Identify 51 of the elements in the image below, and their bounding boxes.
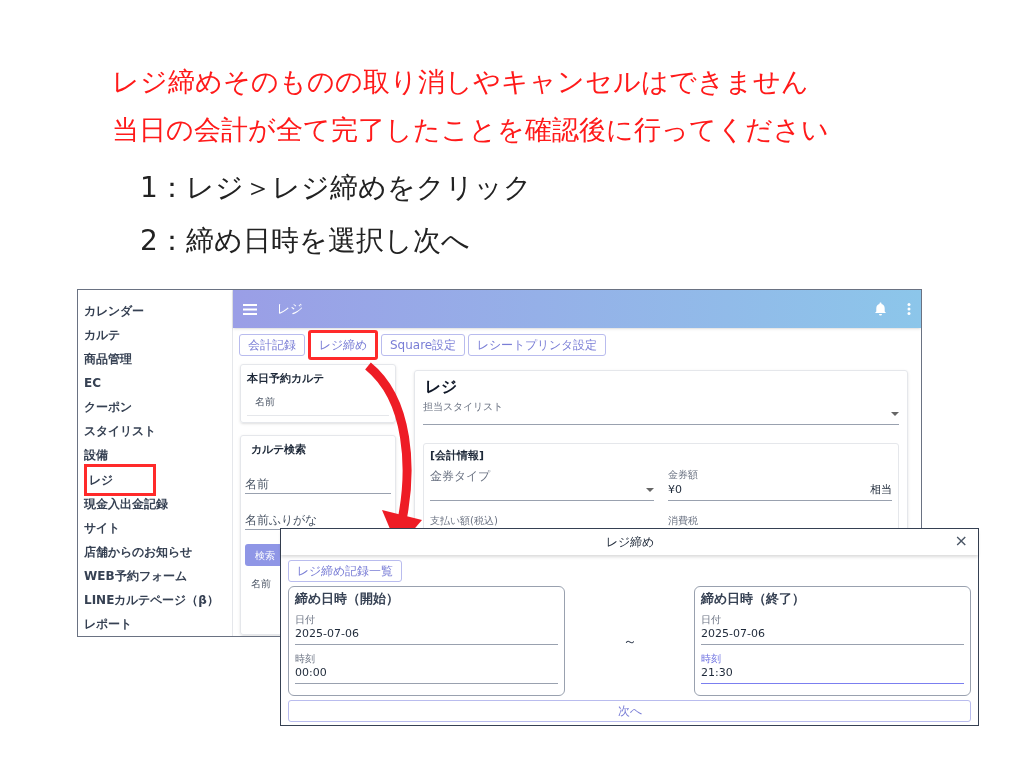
step-text: 1：レジ＞レジ締めをクリック xyxy=(140,170,532,206)
notice-text: レジ締めそのものの取り消しやキャンセルはできません xyxy=(112,65,810,99)
amount-field[interactable]: 金券額 ¥0 相当 xyxy=(668,466,892,501)
ticket-type-select[interactable]: 金券タイプ xyxy=(430,466,654,501)
more-icon[interactable] xyxy=(907,303,911,315)
tab-button[interactable]: 会計記録 xyxy=(239,334,305,356)
sidebar-item[interactable]: 設備 xyxy=(84,446,108,465)
date-time-field[interactable]: 時刻 21:30 xyxy=(701,653,964,684)
sidebar-item[interactable]: カレンダー xyxy=(84,302,144,320)
dialog-title: レジ締め xyxy=(605,534,654,551)
section-title: [会計情報] xyxy=(430,448,486,464)
step-text: 2：締め日時を選択し次へ xyxy=(140,223,471,259)
card-title: 本日予約カルテ xyxy=(247,371,325,387)
menu-icon[interactable] xyxy=(243,303,257,315)
field-label: 支払い額(税込) xyxy=(430,513,499,528)
sidebar-item[interactable]: WEB予約フォーム xyxy=(84,567,187,585)
date-time-field[interactable]: 日付 2025-07-06 xyxy=(701,614,964,645)
search-field[interactable]: 名前 xyxy=(245,474,391,494)
dropdown-icon xyxy=(891,412,899,416)
tab-button[interactable]: レジ締め xyxy=(308,330,378,360)
field-label: 消費税 xyxy=(668,513,699,528)
next-button[interactable]: 次へ xyxy=(288,700,971,722)
closing-history-button[interactable]: レジ締め記録一覧 xyxy=(288,560,402,582)
card-title: レジ xyxy=(424,376,458,398)
close-button[interactable]: × xyxy=(954,532,968,550)
sidebar-item[interactable]: 商品管理 xyxy=(84,350,132,369)
sidebar-item[interactable]: 店舗からのお知らせ xyxy=(84,543,192,561)
dropdown-icon xyxy=(646,487,654,492)
sidebar-item[interactable]: レポート xyxy=(84,615,132,634)
sidebar-item[interactable]: クーポン xyxy=(84,398,132,417)
column-header: 名前 xyxy=(247,393,389,416)
range-separator: ～ xyxy=(621,631,638,651)
panel-title: 締め日時（開始） xyxy=(295,592,400,606)
sidebar-item[interactable]: スタイリスト xyxy=(84,422,156,441)
sidebar-item[interactable]: LINEカルテページ（β） xyxy=(84,591,219,610)
date-time-field[interactable]: 日付 2025-07-06 xyxy=(295,614,558,645)
sidebar-item[interactable]: EC xyxy=(84,374,101,393)
sidebar-item[interactable]: サイト xyxy=(84,518,120,537)
card-title: カルテ検索 xyxy=(250,441,307,458)
column-header: 名前 xyxy=(250,577,272,591)
stylist-select[interactable]: 担当スタイリスト xyxy=(423,399,899,425)
panel-title: 締め日時（終了） xyxy=(701,592,806,606)
bell-icon[interactable] xyxy=(874,302,887,316)
sidebar-item[interactable]: カルテ xyxy=(84,326,120,345)
tab-button[interactable]: Square設定 xyxy=(381,334,466,356)
app-bar-title: レジ xyxy=(277,300,303,319)
sidebar-item[interactable]: 現金入出金記録 xyxy=(84,494,168,513)
sidebar-item[interactable]: レジ xyxy=(84,463,156,496)
notice-text: 当日の会計が全て完了したことを確認後に行ってください xyxy=(112,113,829,147)
tab-button[interactable]: レシートプリンタ設定 xyxy=(468,334,607,356)
date-time-field[interactable]: 時刻 00:00 xyxy=(295,653,558,684)
